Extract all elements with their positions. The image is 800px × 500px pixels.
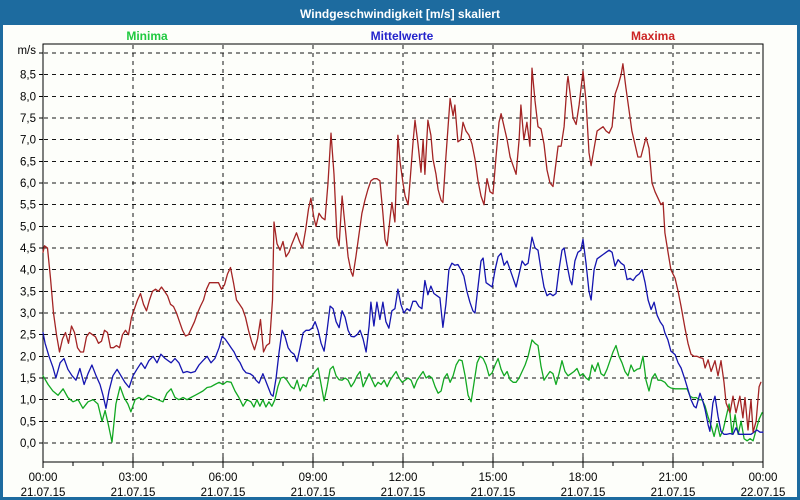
chart-window: Windgeschwindigkeit [m/s] skaliert Minim…	[0, 0, 800, 500]
svg-text:3,0: 3,0	[20, 308, 36, 320]
svg-text:0,5: 0,5	[20, 416, 36, 428]
svg-text:21.07.15: 21.07.15	[21, 487, 66, 499]
svg-text:21.07.15: 21.07.15	[651, 487, 696, 499]
svg-text:5,0: 5,0	[20, 221, 36, 233]
svg-text:4,0: 4,0	[20, 265, 36, 277]
svg-text:2,0: 2,0	[20, 351, 36, 363]
svg-text:15:00: 15:00	[479, 472, 508, 484]
svg-text:2,5: 2,5	[20, 330, 36, 342]
svg-text:21.07.15: 21.07.15	[471, 487, 516, 499]
svg-text:m/s: m/s	[17, 45, 36, 57]
svg-text:09:00: 09:00	[299, 472, 328, 484]
svg-text:00:00: 00:00	[749, 472, 778, 484]
svg-text:12:00: 12:00	[389, 472, 418, 484]
svg-text:03:00: 03:00	[119, 472, 148, 484]
svg-text:21.07.15: 21.07.15	[381, 487, 426, 499]
svg-text:00:00: 00:00	[29, 472, 58, 484]
svg-text:0,0: 0,0	[20, 438, 36, 450]
svg-text:4,5: 4,5	[20, 243, 36, 255]
svg-text:6,0: 6,0	[20, 178, 36, 190]
svg-text:21.07.15: 21.07.15	[561, 487, 606, 499]
svg-text:7,0: 7,0	[20, 135, 36, 147]
svg-text:18:00: 18:00	[569, 472, 598, 484]
svg-text:21.07.15: 21.07.15	[111, 487, 156, 499]
svg-text:22.07.15: 22.07.15	[741, 487, 786, 499]
svg-text:06:00: 06:00	[209, 472, 238, 484]
svg-text:3,5: 3,5	[20, 286, 36, 298]
svg-text:5,5: 5,5	[20, 200, 36, 212]
svg-text:8,0: 8,0	[20, 91, 36, 103]
svg-text:6,5: 6,5	[20, 156, 36, 168]
svg-text:7,5: 7,5	[20, 113, 36, 125]
svg-text:8,5: 8,5	[20, 70, 36, 82]
svg-text:21.07.15: 21.07.15	[291, 487, 336, 499]
wind-chart-svg: 0,0 0,5 1,0 1,5 2,0 2,5 3,0 3,5 4,0 4,5 5,0 5,5 6,0 6…	[17, 43, 786, 499]
svg-text:21:00: 21:00	[659, 472, 688, 484]
svg-text:1,0: 1,0	[20, 395, 36, 407]
svg-text:21.07.15: 21.07.15	[201, 487, 246, 499]
svg-text:1,5: 1,5	[20, 373, 36, 385]
